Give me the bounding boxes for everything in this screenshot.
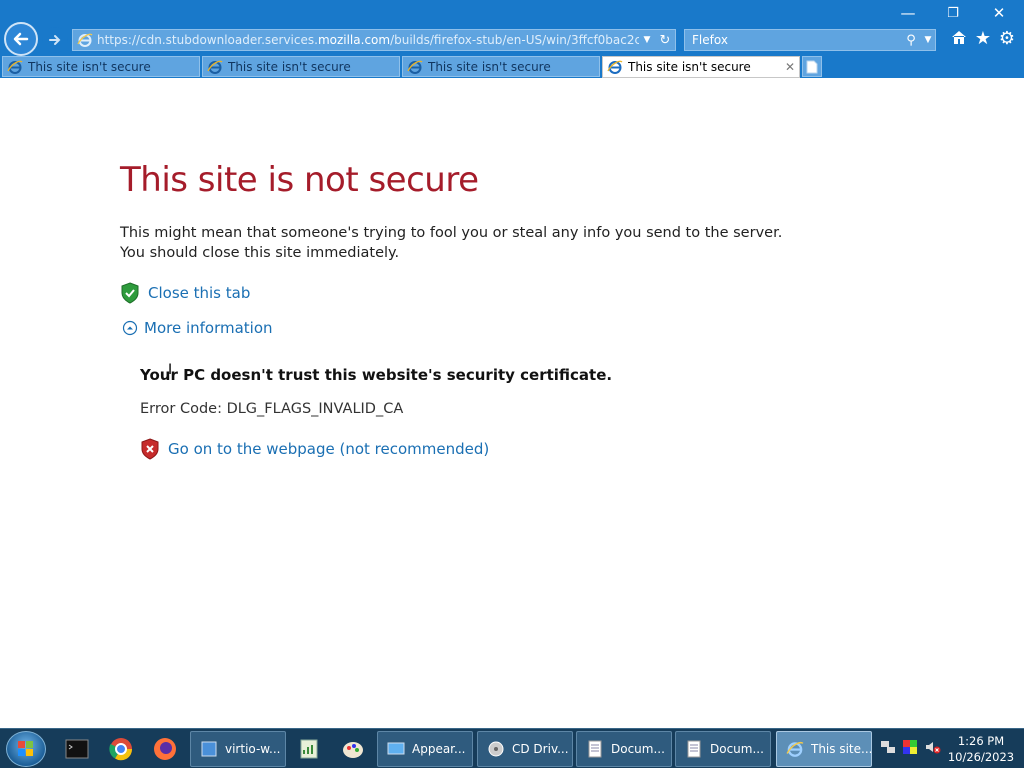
tab-label: This site isn't secure — [28, 59, 151, 74]
taskbar-button-documents-1[interactable]: Docum... — [576, 731, 672, 767]
taskbar-button-ie[interactable]: This site... — [776, 731, 872, 767]
taskbar-button-label: Appear... — [412, 742, 466, 756]
minimize-button[interactable]: — — [893, 4, 923, 22]
taskbar-button-cd-drive[interactable]: CD Driv... — [477, 731, 573, 767]
tab-3[interactable]: This site isn't secure — [402, 56, 600, 77]
tab-label: This site isn't secure — [428, 59, 551, 74]
details-panel: Your PC doesn't trust this website's sec… — [140, 366, 740, 417]
more-information-label[interactable]: More information — [144, 319, 273, 337]
url-domain: mozilla.com — [317, 33, 391, 47]
cd-drive-icon — [486, 739, 506, 759]
search-box[interactable]: Flefox ⚲ ▼ — [684, 29, 936, 51]
taskbar-button-label: CD Driv... — [512, 742, 569, 756]
url-suffix: /builds/firefox-stub/en-US/win/3ffcf0bac… — [390, 33, 639, 47]
taskbar-button-label: Docum... — [710, 742, 764, 756]
back-button[interactable] — [4, 22, 38, 56]
more-information-toggle[interactable]: More information — [120, 319, 273, 337]
taskbar-button-label: This site... — [811, 742, 871, 756]
start-button[interactable] — [6, 731, 46, 767]
page-title: This site is not secure — [120, 160, 479, 200]
tab-2[interactable]: This site isn't secure — [202, 56, 400, 77]
collapse-chevron-up-icon — [122, 320, 138, 336]
taskbar-button-virtio[interactable]: virtio-w... — [190, 731, 286, 767]
tab-label: This site isn't secure — [628, 60, 751, 74]
clock-time: 1:26 PM — [957, 734, 1005, 748]
new-tab-icon — [806, 60, 818, 73]
close-this-tab-label[interactable]: Close this tab — [148, 284, 250, 302]
arrow-left-icon — [13, 32, 29, 46]
refresh-icon[interactable]: ↻ — [655, 33, 675, 48]
address-dropdown-icon[interactable]: ▼ — [639, 35, 655, 45]
clock-date: 10/26/2023 — [947, 750, 1015, 764]
ie-icon — [607, 60, 623, 74]
color-display-icon[interactable] — [902, 739, 920, 759]
url-prefix: https://cdn.stubdownloader.services. — [97, 33, 318, 47]
taskbar-button-documents-2[interactable]: Docum... — [675, 731, 771, 767]
close-tab-icon[interactable]: ✕ — [781, 60, 799, 74]
green-shield-check-icon — [121, 282, 139, 304]
disk-icon — [199, 739, 219, 759]
ie-icon — [785, 739, 805, 759]
forward-button[interactable] — [42, 27, 68, 53]
home-icon[interactable] — [948, 28, 970, 51]
tab-strip: This site isn't secure This site isn't s… — [0, 56, 1024, 78]
tab-1[interactable]: This site isn't secure — [2, 56, 200, 77]
arrow-right-icon — [49, 35, 61, 45]
search-dropdown-icon[interactable]: ▼ — [921, 35, 935, 45]
windows-logo-icon — [18, 741, 33, 756]
firefox-icon[interactable] — [148, 733, 182, 765]
go-on-to-webpage-link[interactable]: Go on to the webpage (not recommended) — [140, 438, 489, 460]
system-clock[interactable]: 1:26 PM 10/26/2023 — [946, 733, 1016, 765]
tab-4-active[interactable]: This site isn't secure ✕ — [602, 56, 800, 78]
notepad-chart-icon[interactable] — [292, 733, 326, 765]
tab-label: This site isn't secure — [228, 59, 351, 74]
document-icon — [585, 739, 605, 759]
red-shield-x-icon — [141, 438, 159, 460]
ie-icon — [407, 60, 423, 74]
error-code: Error Code: DLG_FLAGS_INVALID_CA — [140, 401, 404, 417]
taskbar-button-appearance[interactable]: Appear... — [377, 731, 473, 767]
warning-description: This might mean that someone's trying to… — [120, 225, 783, 261]
display-settings-icon — [386, 739, 406, 759]
taskbar-button-label: Docum... — [611, 742, 665, 756]
chrome-icon[interactable] — [104, 733, 138, 765]
close-this-tab-link[interactable]: Close this tab — [120, 282, 250, 304]
go-on-label[interactable]: Go on to the webpage (not recommended) — [168, 440, 489, 458]
address-bar[interactable]: https://cdn.stubdownloader.services.mozi… — [72, 29, 676, 51]
network-icon[interactable] — [880, 739, 898, 759]
volume-muted-icon[interactable] — [924, 739, 942, 759]
search-icon[interactable]: ⚲ — [901, 33, 921, 48]
browser-chrome: https://cdn.stubdownloader.services.mozi… — [0, 0, 1024, 78]
ie-icon — [7, 60, 23, 74]
page-content: This site is not secure This might mean … — [0, 78, 1024, 728]
certificate-message: Your PC doesn't trust this website's sec… — [140, 366, 613, 384]
taskbar-button-label: virtio-w... — [225, 742, 281, 756]
ie-icon — [207, 60, 223, 74]
document-icon — [684, 739, 704, 759]
taskbar: virtio-w... Appear... CD Driv... Docum..… — [0, 728, 1024, 768]
new-tab-button[interactable] — [802, 56, 822, 77]
ie-icon — [77, 33, 93, 47]
close-window-button[interactable]: ✕ — [984, 4, 1014, 22]
address-url: https://cdn.stubdownloader.services.mozi… — [97, 33, 639, 47]
paint-icon[interactable] — [336, 733, 370, 765]
text-cursor-icon: I — [168, 362, 173, 378]
cmd-icon[interactable] — [60, 733, 94, 765]
favorites-star-icon[interactable]: ★ — [972, 28, 994, 49]
restore-button[interactable]: ❐ — [938, 6, 968, 21]
system-tray — [880, 729, 942, 768]
gear-icon[interactable]: ⚙ — [996, 28, 1018, 49]
search-input[interactable]: Flefox — [685, 33, 901, 47]
